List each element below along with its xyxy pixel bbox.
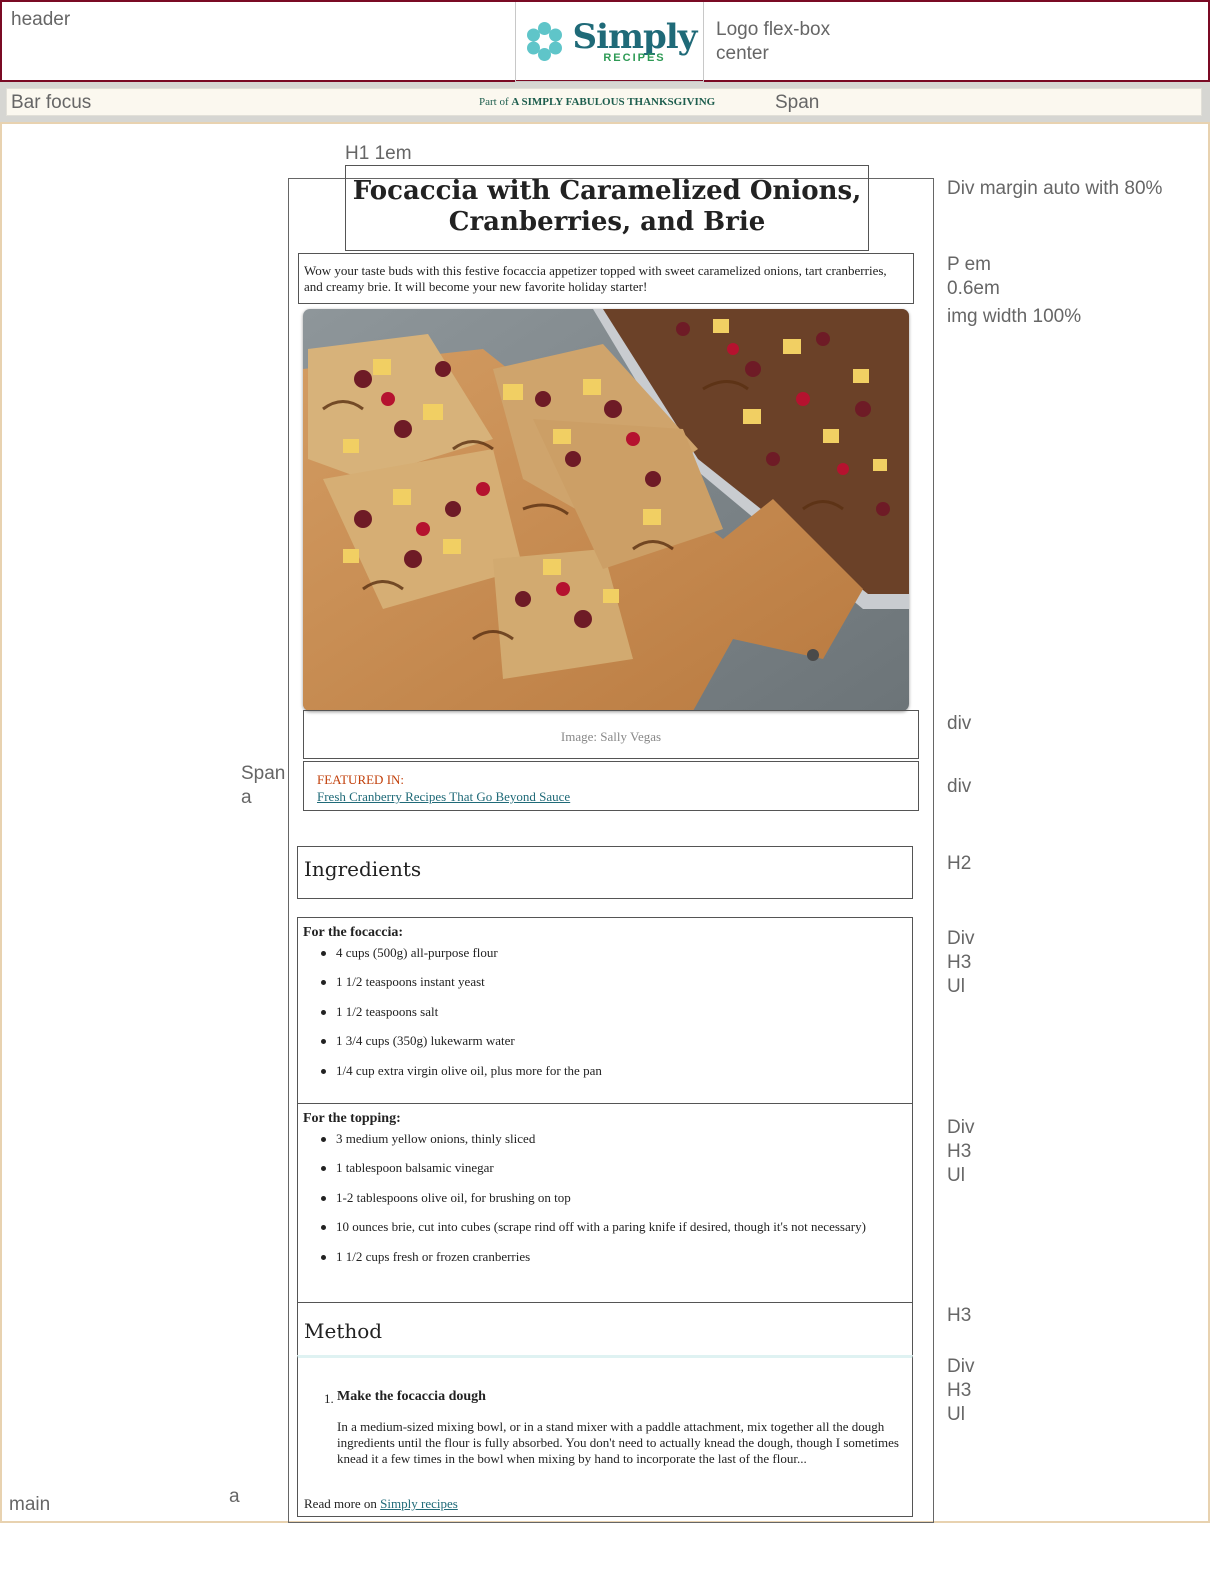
logo-wordmark: Simply: [572, 16, 698, 57]
site-header: header Simply RECIPES Logo flex-box cent…: [0, 0, 1210, 82]
annotation-h3-method: H3: [947, 1305, 972, 1326]
topping-ingredients: For the topping: 3 medium yellow onions,…: [297, 1103, 913, 1303]
annotation-img-width: img width 100%: [947, 306, 1082, 327]
focaccia-image: [303, 309, 909, 711]
ingredients-heading-box: Ingredients: [297, 846, 913, 899]
step-title: Make the focaccia dough: [337, 1389, 486, 1404]
topping-list: 3 medium yellow onions, thinly sliced 1 …: [303, 1131, 907, 1265]
list-item: 3 medium yellow onions, thinly sliced: [321, 1131, 907, 1147]
logo[interactable]: Simply RECIPES: [515, 2, 704, 82]
annotation-a: a: [229, 1486, 240, 1507]
annotation-span: Span: [775, 92, 820, 113]
annotation-h3-1: H3: [947, 952, 972, 973]
list-item: 1 1/2 cups fresh or frozen cranberries: [321, 1249, 907, 1265]
featured-link[interactable]: Fresh Cranberry Recipes That Go Beyond S…: [317, 788, 918, 805]
read-more: Read more on Simply recipes: [304, 1496, 458, 1512]
annotation-h2: H2: [947, 853, 972, 874]
featured-in: FEATURED IN: Fresh Cranberry Recipes Tha…: [303, 761, 919, 811]
image-credit: Image: Sally Vegas: [303, 710, 919, 759]
annotation-ul-1: Ul: [947, 976, 965, 997]
focaccia-heading: For the focaccia:: [303, 925, 404, 940]
annotation-h1: H1 1em: [345, 143, 412, 164]
ingredients-heading: Ingredients: [304, 857, 422, 881]
annotation-p-size: 0.6em: [947, 278, 1000, 299]
list-item: 4 cups (500g) all-purpose flour: [321, 945, 907, 961]
method-heading: Method: [304, 1319, 383, 1343]
annotation-div-3: Div: [947, 1356, 975, 1377]
recipe-photo: [303, 309, 909, 711]
annotation-div-featured: div: [947, 776, 972, 797]
focaccia-ingredients: For the focaccia: 4 cups (500g) all-purp…: [297, 917, 913, 1104]
list-item: 1 1/2 teaspoons salt: [321, 1004, 907, 1020]
step-body: In a medium-sized mixing bowl, or in a s…: [337, 1419, 899, 1466]
promo-text[interactable]: Part of A SIMPLY FABULOUS THANKSGIVING: [479, 96, 715, 108]
featured-label: FEATURED IN:: [317, 772, 405, 787]
promo-prefix: Part of: [479, 96, 512, 108]
annotation-p-em: P em: [947, 254, 992, 275]
promo-bar-inner: Bar focus Part of A SIMPLY FABULOUS THAN…: [6, 88, 1202, 116]
flower-icon: [523, 20, 567, 64]
promo-label: A SIMPLY FABULOUS THANKSGIVING: [511, 96, 716, 108]
annotation-main: main: [9, 1494, 51, 1515]
annotation-div-credit: div: [947, 713, 972, 734]
promo-bar: Bar focus Part of A SIMPLY FABULOUS THAN…: [0, 82, 1210, 122]
title-box: Focaccia with Caramelized Onions, Cranbe…: [345, 165, 869, 251]
annotation-header: header: [11, 9, 71, 30]
logo-subtitle: RECIPES: [603, 51, 666, 64]
list-item: 1 1/2 teaspoons instant yeast: [321, 974, 907, 990]
annotation-h3-2: H3: [947, 1141, 972, 1162]
annotation-div-2: Div: [947, 1117, 975, 1138]
list-item: 10 ounces brie, cut into cubes (scrape r…: [321, 1219, 907, 1235]
list-item: 1/4 cup extra virgin olive oil, plus mor…: [321, 1063, 907, 1079]
annotation-a-2: a: [241, 787, 252, 808]
annotation-span-2: Span: [241, 763, 286, 784]
annotation-bar: Bar focus: [11, 92, 92, 113]
focaccia-list: 4 cups (500g) all-purpose flour 1 1/2 te…: [303, 945, 907, 1079]
annotation-ul-3: Ul: [947, 1404, 965, 1425]
topping-heading: For the topping:: [303, 1111, 401, 1126]
list-item: 1 3/4 cups (350g) lukewarm water: [321, 1033, 907, 1049]
read-more-link[interactable]: Simply recipes: [380, 1496, 458, 1511]
step-number: 1.: [324, 1391, 334, 1406]
annotation-div-margin: Div margin auto with 80%: [947, 178, 1163, 199]
annotation-logo: Logo flex-box center: [716, 19, 831, 64]
list-item: 1-2 tablespoons olive oil, for brushing …: [321, 1190, 907, 1206]
method-steps: 1. Make the focaccia dough In a medium-s…: [297, 1355, 913, 1517]
list-item: 1 tablespoon balsamic vinegar: [321, 1160, 907, 1176]
annotation-ul-2: Ul: [947, 1165, 965, 1186]
intro-paragraph: Wow your taste buds with this festive fo…: [298, 253, 914, 304]
page-title: Focaccia with Caramelized Onions, Cranbe…: [352, 176, 862, 237]
method-heading-box: Method: [297, 1302, 913, 1356]
read-more-prefix: Read more on: [304, 1496, 381, 1511]
annotation-div-1: Div: [947, 928, 975, 949]
annotation-h3-3: H3: [947, 1380, 972, 1401]
